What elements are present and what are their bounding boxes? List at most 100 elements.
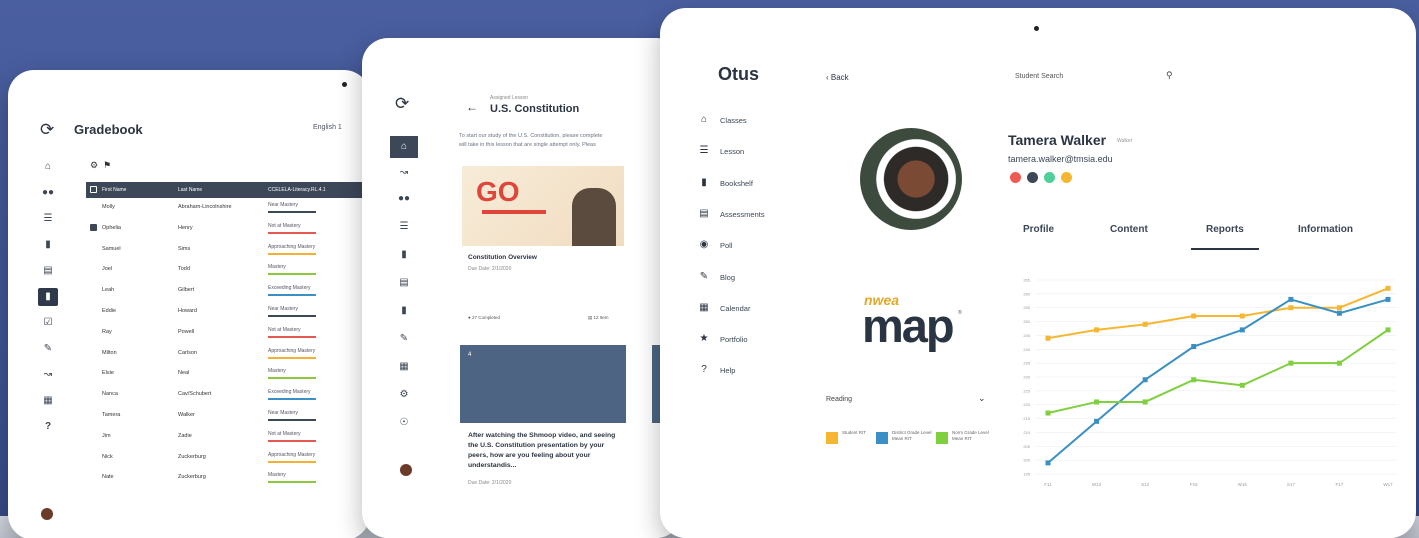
home-icon[interactable]: ⌂ [390,136,418,158]
chart-icon[interactable]: ↝ [390,162,418,184]
list-icon[interactable]: ☰ [38,210,58,228]
tag-dot[interactable] [1044,172,1055,183]
course-selector[interactable]: English 1 [313,124,342,131]
bookmark-icon[interactable]: ▮ [390,300,418,322]
otus-logo-icon[interactable]: ⟳ [40,120,54,140]
data-point[interactable] [1045,410,1051,416]
table-row[interactable]: Nick Zuckerburg Approaching Mastery [86,448,370,469]
table-row[interactable]: EddieHowardNear Mastery2 [86,302,370,323]
data-point[interactable] [1045,460,1051,466]
data-point[interactable] [1239,327,1245,333]
column-header[interactable]: First Name [102,187,126,193]
institution-icon[interactable]: ▤ [38,262,58,280]
tab-reports[interactable]: Reports [1206,224,1244,235]
table-row[interactable]: Jim Zadie Not at Mastery [86,427,370,448]
data-point[interactable] [1288,360,1294,366]
book-icon[interactable]: ▮ [390,244,418,266]
data-point[interactable] [1094,399,1100,405]
last-name-cell: Zuckerburg [178,453,206,460]
tab-information[interactable]: Information [1298,224,1353,235]
home-icon[interactable]: ⌂ [38,158,58,176]
users-icon[interactable]: ●● [38,184,58,202]
table-row[interactable]: Samuel Sims Approaching Mastery [86,240,370,261]
sidebar-item-label: Assessments [720,209,765,219]
search-icon[interactable]: ⚲ [1166,70,1173,81]
subject-dropdown[interactable]: Reading [826,396,852,403]
data-point[interactable] [1336,305,1342,311]
accessibility-icon[interactable]: ☉ [390,412,418,434]
row-checkbox[interactable] [90,223,97,231]
data-point[interactable] [1045,335,1051,341]
table-row[interactable]: OpheliaHenryNot at Mastery1 [86,219,370,240]
legend-swatch [936,432,948,444]
tag-dot[interactable] [1061,172,1072,183]
table-row[interactable]: Milton Carlson Approaching Mastery [86,344,370,365]
settings-icon[interactable]: ⚙ [390,384,418,406]
tab-profile[interactable]: Profile [1023,224,1054,235]
table-row[interactable]: Leah Gilbert Exceeding Mastery [86,281,370,302]
table-row[interactable]: Joel Todd Mastery [86,260,370,281]
data-point[interactable] [1191,313,1197,319]
avatar[interactable] [400,464,412,476]
chart-icon[interactable]: ↝ [38,366,58,384]
bookmark-icon[interactable]: ▮ [38,288,58,306]
column-header[interactable]: Last Name [178,187,202,193]
data-point[interactable] [1385,296,1391,302]
last-name-cell: Walker [178,411,195,418]
data-point[interactable] [1191,344,1197,350]
data-point[interactable] [1288,305,1294,311]
data-point[interactable] [1142,377,1148,383]
table-row[interactable]: TameraWalkerNear Mastery2 [86,406,370,427]
data-point[interactable] [1142,321,1148,327]
tag-dot[interactable] [1010,172,1021,183]
calendar-icon[interactable]: ▦ [390,356,418,378]
gradebook-screen: ⟳ ⌂ ●● ☰ ▮ ▤ ▮ ☑ ✎ ↝ ▦ ? Gradebook Engli… [28,100,370,538]
card-title[interactable]: Constitution Overview [468,254,537,261]
calendar-icon[interactable]: ▦ [38,392,58,410]
edit-icon[interactable]: ✎ [390,328,418,350]
data-point[interactable] [1288,296,1294,302]
data-point[interactable] [1385,285,1391,291]
checkbox-icon[interactable]: ☑ [38,314,58,332]
tab-content[interactable]: Content [1110,224,1148,235]
mastery-level: Mastery [268,264,286,271]
back-button[interactable]: ‹ Back [826,73,849,82]
institution-icon[interactable]: ▤ [390,272,418,294]
student-search-input[interactable]: Student Search [1015,73,1063,80]
table-row[interactable]: MollyAbraham-LincolnshireNear Mastery2 [86,198,370,219]
back-arrow-icon[interactable]: ← [466,100,478,114]
settings-icon[interactable]: ⚙ [90,160,98,170]
data-point[interactable] [1142,399,1148,405]
table-row[interactable]: NancaCav/SchubertExceeding Mastery3 [86,385,370,406]
select-all-checkbox[interactable] [90,186,97,193]
data-point[interactable] [1094,327,1100,333]
data-point[interactable] [1239,313,1245,319]
list-icon[interactable]: ☰ [390,216,418,238]
otus-logo[interactable]: Otus [718,64,759,85]
otus-logo-icon[interactable]: ⟳ [395,94,409,114]
book-icon[interactable]: ▮ [38,236,58,254]
chevron-down-icon[interactable]: ⌄ [978,393,986,404]
table-row[interactable]: Nate Zuckerburg Mastery [86,468,370,489]
data-point[interactable] [1336,360,1342,366]
data-point[interactable] [1191,377,1197,383]
lesson-sidebar: ⟳ ⌂ ↝ ●● ☰ ▮ ▤ ▮ ✎ ▦ ⚙ ☉ [382,78,426,538]
data-point[interactable] [1094,418,1100,424]
avatar[interactable] [41,508,53,520]
flag-icon[interactable]: ⚑ [103,160,111,170]
card-title[interactable]: After watching the Shmoop video, and see… [468,431,626,471]
sidebar-item-label: Classes [720,116,747,125]
lesson-card-image[interactable]: GO [462,166,624,246]
column-header[interactable]: CCELELA-Literacy.RL.4.1 [268,187,326,193]
users-icon[interactable]: ●● [390,188,418,210]
last-name-cell: Powell [178,328,195,335]
table-row[interactable]: Elsie Neal Mastery [86,364,370,385]
help-icon[interactable]: ? [38,418,58,436]
data-point[interactable] [1385,327,1391,333]
data-point[interactable] [1239,382,1245,388]
lesson-card-video[interactable] [460,345,626,423]
table-row[interactable]: Ray Powell Not at Mastery [86,323,370,344]
data-point[interactable] [1336,310,1342,316]
tag-dot[interactable] [1027,172,1038,183]
edit-icon[interactable]: ✎ [38,340,58,358]
